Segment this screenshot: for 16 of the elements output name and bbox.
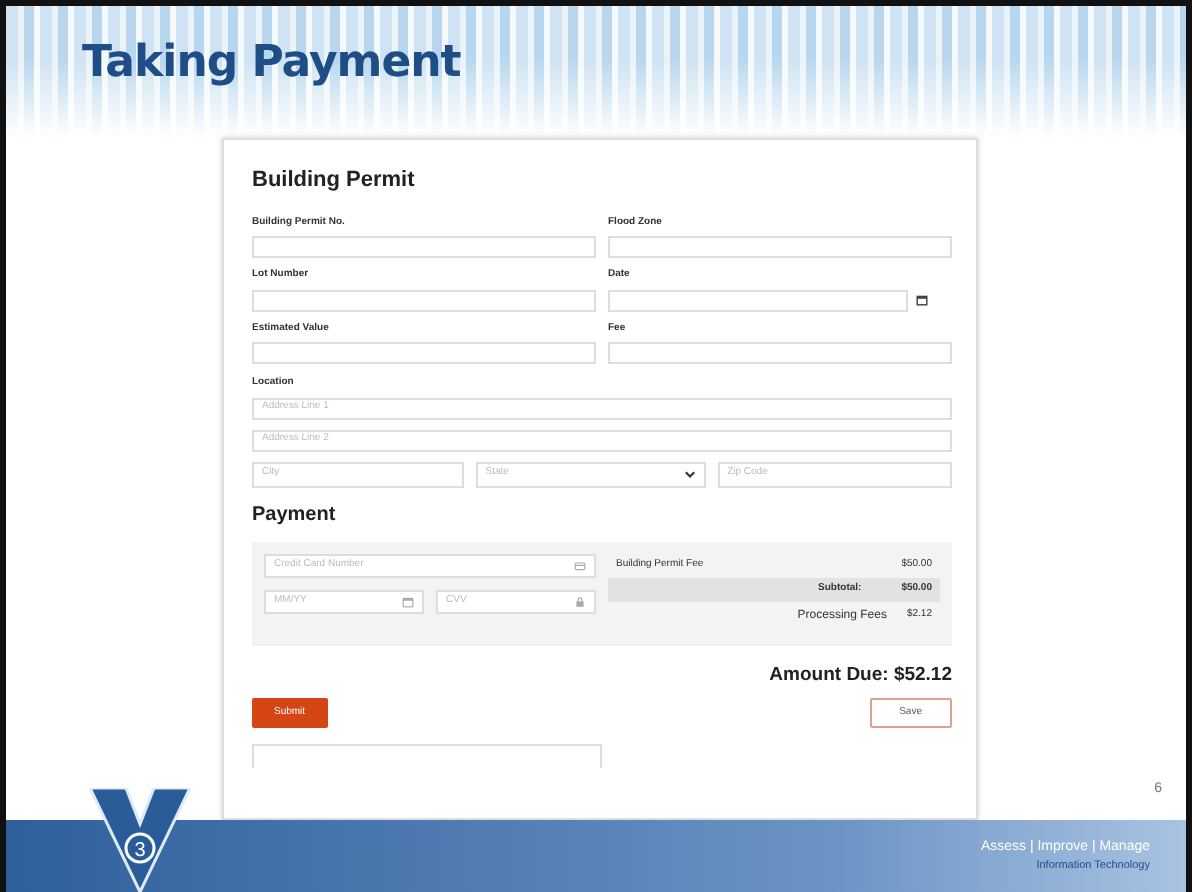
section-title: Payment bbox=[252, 501, 338, 529]
caret-icon bbox=[683, 468, 696, 480]
input-field[interactable] bbox=[608, 236, 952, 258]
card-icon bbox=[574, 559, 586, 571]
form-title: Building Permit bbox=[252, 166, 417, 196]
lock-icon bbox=[574, 595, 586, 607]
input-field[interactable] bbox=[252, 236, 596, 258]
input-field[interactable] bbox=[252, 342, 596, 364]
input-field[interactable] bbox=[252, 289, 596, 311]
calendar-icon bbox=[402, 595, 414, 607]
calendar-icon bbox=[916, 294, 928, 306]
slide-title: Taking Payment bbox=[82, 38, 461, 88]
amount-due: Amount Due: $52.12 bbox=[767, 661, 952, 689]
logo: 3 bbox=[90, 788, 190, 892]
date-field[interactable] bbox=[608, 289, 908, 311]
input-field[interactable] bbox=[608, 342, 952, 364]
